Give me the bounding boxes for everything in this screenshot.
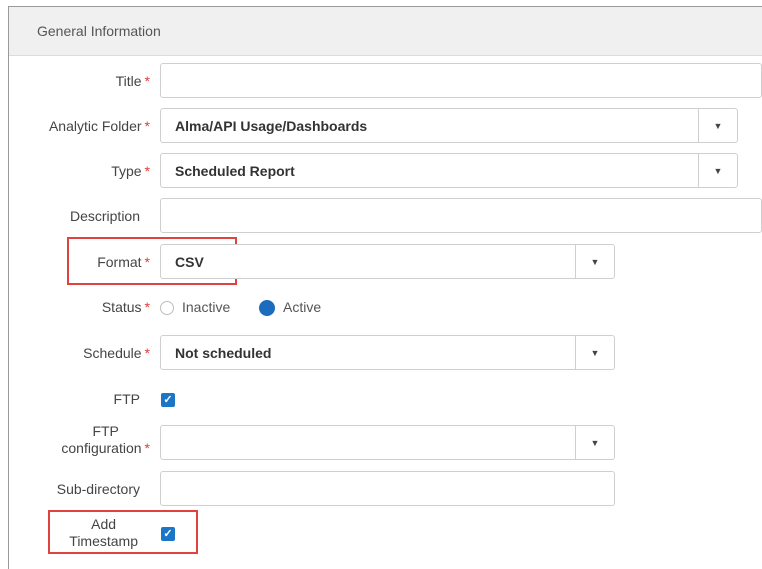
title-label: Title *: [115, 73, 150, 89]
ftp-label: FTP: [113, 391, 140, 407]
caret-down-icon[interactable]: ▼: [575, 336, 614, 369]
sub-directory-label: Sub-directory: [56, 481, 140, 497]
type-value: Scheduled Report: [175, 163, 295, 179]
status-label: Status *: [101, 299, 150, 315]
format-value: CSV: [175, 254, 204, 270]
format-label: Format *: [97, 254, 150, 270]
ftp-configuration-label: FTP configuration *: [61, 423, 150, 456]
type-label: Type *: [111, 163, 150, 179]
analytic-folder-select[interactable]: Alma/API Usage/Dashboards ▼: [160, 108, 738, 143]
ftp-configuration-select[interactable]: ▼: [160, 425, 615, 460]
status-inactive-radio[interactable]: [160, 301, 174, 315]
checkmark-icon: ✓: [163, 528, 173, 540]
analytic-folder-value: Alma/API Usage/Dashboards: [175, 118, 368, 134]
schedule-value: Not scheduled: [175, 345, 272, 361]
description-label: Description: [69, 208, 140, 224]
checkmark-icon: ✓: [163, 394, 173, 406]
schedule-select[interactable]: Not scheduled ▼: [160, 335, 615, 370]
status-active-label: Active: [283, 299, 322, 315]
title-input[interactable]: [160, 63, 762, 98]
caret-down-icon[interactable]: ▼: [698, 109, 737, 142]
caret-down-icon[interactable]: ▼: [575, 245, 614, 278]
format-select[interactable]: CSV ▼: [160, 244, 615, 279]
status-active-radio[interactable]: [259, 300, 275, 316]
section-title: General Information: [37, 23, 161, 39]
type-select[interactable]: Scheduled Report ▼: [160, 153, 738, 188]
description-input[interactable]: [160, 198, 762, 233]
schedule-label: Schedule *: [83, 345, 150, 361]
sub-directory-input[interactable]: [160, 471, 615, 506]
analytic-folder-label: Analytic Folder *: [48, 118, 150, 134]
caret-down-icon[interactable]: ▼: [698, 154, 737, 187]
caret-down-icon[interactable]: ▼: [575, 426, 614, 459]
status-inactive-label: Inactive: [182, 299, 231, 315]
section-header: General Information: [9, 7, 762, 56]
add-timestamp-checkbox[interactable]: ✓: [161, 527, 175, 541]
ftp-checkbox[interactable]: ✓: [161, 393, 175, 407]
add-timestamp-label: Add Timestamp: [69, 516, 138, 549]
